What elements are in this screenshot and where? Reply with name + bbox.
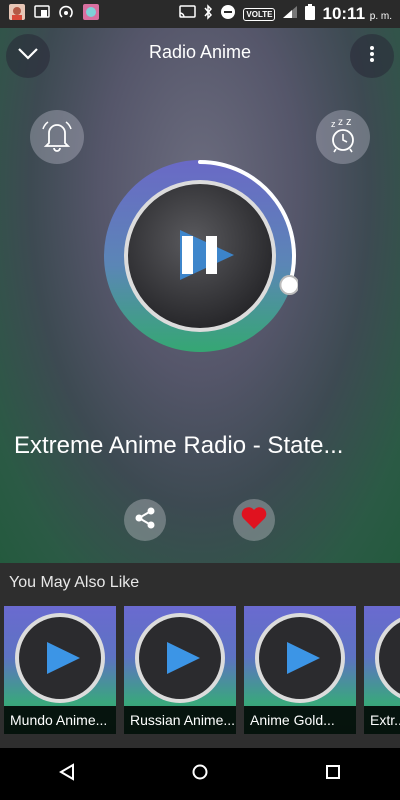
play-disc-icon [375, 617, 400, 699]
nav-home-button[interactable] [170, 754, 230, 794]
play-pause-control[interactable] [102, 158, 300, 354]
back-icon [58, 762, 76, 786]
station-card[interactable]: Anime Gold... [244, 606, 356, 734]
battery-icon [305, 3, 316, 25]
share-icon [132, 505, 158, 536]
app-header: Radio Anime [0, 28, 400, 82]
progress-knob [279, 275, 300, 296]
share-button[interactable] [124, 499, 166, 541]
station-card[interactable]: Mundo Anime... [4, 606, 116, 734]
system-nav-bar [0, 748, 400, 800]
hotspot-icon [58, 4, 74, 25]
nav-back-button[interactable] [37, 754, 97, 794]
cast-notification-icon [34, 4, 50, 25]
photo-thumbnail-icon [8, 3, 26, 26]
status-bar: VOLTE 10:11 p. m. [0, 0, 400, 28]
clock: 10:11 p. m. [322, 4, 392, 23]
play-disc-icon [255, 613, 345, 703]
heart-icon [240, 505, 268, 536]
bell-icon [37, 115, 77, 160]
cast-icon [178, 4, 197, 24]
station-card[interactable]: Extr... [364, 606, 400, 734]
station-card[interactable]: Russian Anime... [124, 606, 236, 734]
station-card-label: Mundo Anime... [4, 706, 116, 734]
app-thumbnail-icon [82, 3, 100, 26]
player-panel: Radio Anime z z z Extreme Anime Radio - … [0, 28, 400, 563]
sleep-timer-button[interactable]: z z z [316, 110, 370, 164]
do-not-disturb-icon [220, 4, 236, 25]
page-title: Radio Anime [148, 42, 252, 62]
more-options-button[interactable] [350, 34, 394, 78]
station-name: Extreme Anime Radio - State... [14, 432, 344, 459]
signal-icon [282, 5, 298, 24]
svg-text:z: z [346, 116, 352, 128]
nav-recents-button[interactable] [303, 754, 363, 794]
station-card-label: Extr... [364, 706, 400, 734]
play-disc-icon [15, 613, 105, 703]
suggestions-carousel[interactable]: Mundo Anime... Russian Anime... Anime Go… [4, 606, 400, 734]
play-disc-icon [135, 613, 225, 703]
station-card-label: Anime Gold... [244, 706, 356, 734]
sleep-timer-icon: z z z [323, 115, 363, 160]
station-card-label: Russian Anime... [124, 706, 236, 734]
svg-text:z: z [338, 117, 343, 128]
recents-icon [324, 763, 342, 786]
suggestions-section: You May Also Like Mundo Anime... Russian… [0, 563, 400, 748]
favorite-button[interactable] [233, 499, 275, 541]
more-vert-icon [369, 45, 375, 68]
bluetooth-icon [203, 3, 213, 25]
svg-text:z: z [331, 119, 336, 129]
pause-bar-right [206, 236, 217, 274]
suggestions-title: You May Also Like [9, 574, 140, 591]
home-icon [191, 763, 209, 786]
alarm-button[interactable] [30, 110, 84, 164]
network-badge: VOLTE [243, 7, 276, 21]
pause-bar-left [182, 236, 193, 274]
